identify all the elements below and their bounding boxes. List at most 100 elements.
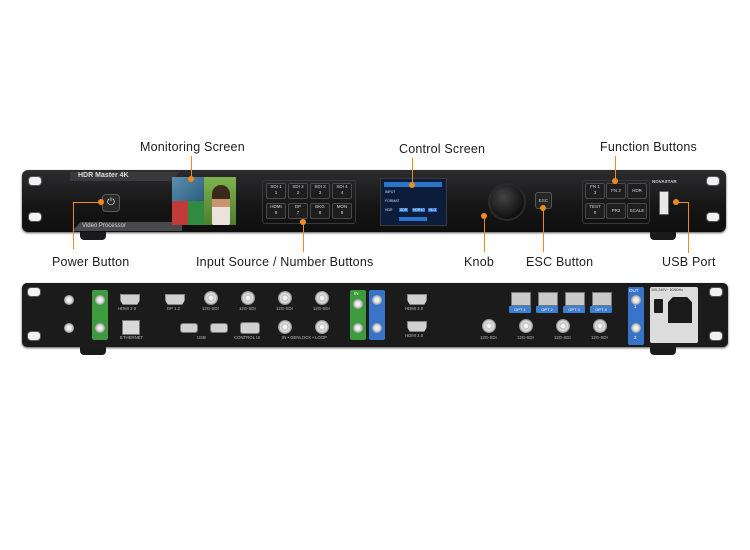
button-number: 0	[593, 210, 597, 215]
hdmi-output-port[interactable]	[407, 294, 427, 305]
function-button-test[interactable]: TEST 0	[585, 203, 605, 219]
input-button-sdi3[interactable]: SDI 33	[310, 183, 330, 199]
module-screw	[372, 295, 382, 305]
hdmi-input-port[interactable]	[120, 294, 140, 305]
rack-ear-hole	[28, 176, 42, 186]
module-screw	[95, 295, 105, 305]
callout-input-source-buttons: Input Source / Number Buttons	[196, 255, 374, 269]
ground-screw	[64, 323, 74, 333]
port-label: 12G-SDI	[591, 335, 608, 340]
opt-label: OPT 2	[536, 306, 558, 313]
callout-power-button: Power Button	[52, 255, 130, 269]
module-screw	[353, 323, 363, 333]
product-name: HDR Master 4K	[78, 172, 129, 179]
optical-port[interactable]	[592, 292, 612, 306]
power-button[interactable]: ⏻	[102, 194, 120, 212]
leader-power	[73, 202, 102, 249]
leader-dot	[98, 199, 104, 205]
rack-ear-hole	[28, 212, 42, 222]
power-icon: ⏻	[107, 197, 115, 208]
port-label: USB	[197, 335, 206, 340]
input-button-hdmi[interactable]: HDMI 5	[266, 203, 286, 219]
optical-port[interactable]	[565, 292, 585, 306]
sdi-input-port[interactable]	[204, 291, 218, 305]
rack-ear-hole	[706, 212, 720, 222]
usb-rear-port[interactable]	[210, 323, 228, 333]
lcd-footer-bar	[399, 217, 427, 221]
input-button-sdi4[interactable]: SDI 44	[332, 183, 352, 199]
leader-knob	[484, 216, 485, 252]
lcd-line: INPUT	[385, 190, 396, 194]
module-screw	[353, 299, 363, 309]
optical-port[interactable]	[538, 292, 558, 306]
function-button-fn1[interactable]: FN 13	[585, 183, 605, 199]
button-number: 3	[318, 190, 322, 195]
leader-dot	[612, 178, 618, 184]
button-number: 1	[274, 190, 278, 195]
input-button-sdi2[interactable]: SDI 22	[288, 183, 308, 199]
optical-port[interactable]	[511, 292, 531, 306]
rear-foot	[80, 347, 106, 355]
usb-port[interactable]	[659, 191, 669, 215]
sdi-input-port[interactable]	[278, 291, 292, 305]
port-label: 12G-SDI	[202, 306, 219, 311]
monitoring-screen	[172, 177, 236, 225]
sdi-output-port[interactable]	[556, 319, 570, 333]
port-label: 12G-SDI	[480, 335, 497, 340]
genlock-port[interactable]	[315, 320, 329, 334]
rear-panel: HDMI 2.0 DP 1.2 12G-SDI 12G-SDI 12G-SDI …	[22, 283, 728, 347]
port-label: HDMI 2.0	[405, 306, 424, 311]
usb-rear-port[interactable]	[180, 323, 198, 333]
genlock-port[interactable]	[278, 320, 292, 334]
leader-dot	[673, 199, 679, 205]
button-number: 3	[593, 190, 597, 195]
function-button-hdr[interactable]: HDR	[627, 183, 647, 199]
power-inlet[interactable]	[668, 297, 692, 323]
sdi-input-port[interactable]	[315, 291, 329, 305]
input-button-bkg[interactable]: BKG 8	[310, 203, 330, 219]
module-screw	[631, 295, 641, 305]
hdmi-output-port[interactable]	[407, 321, 427, 332]
leader-dot	[409, 182, 415, 188]
dp-input-port[interactable]	[165, 294, 185, 305]
sdi-input-port[interactable]	[241, 291, 255, 305]
out-label: OUT	[629, 288, 639, 293]
port-label: ETHERNET	[120, 335, 144, 340]
input-button-dp[interactable]: DP 7	[288, 203, 308, 219]
opt-label: OPT 3	[563, 306, 585, 313]
button-number: 7	[296, 210, 300, 215]
sdi-output-port[interactable]	[593, 319, 607, 333]
ground-screw	[64, 295, 74, 305]
port-label: HDMI 2.0	[405, 333, 424, 338]
input-button-sdi1[interactable]: SDI 11	[266, 183, 286, 199]
function-button-pr2[interactable]: PR2	[606, 203, 626, 219]
sdi-output-port[interactable]	[519, 319, 533, 333]
port-label: IN • GENLOCK • LOOP	[282, 335, 328, 340]
callout-function-buttons: Function Buttons	[600, 140, 698, 154]
power-rating: 100-240V~ 50/60Hz	[651, 288, 684, 292]
opt-label: OPT 1	[509, 306, 531, 313]
lcd-line: HDR	[385, 208, 393, 212]
monitor-quad-bl	[172, 201, 188, 225]
control-port[interactable]	[240, 322, 260, 334]
function-button-scale[interactable]: SCALE	[627, 203, 647, 219]
input-button-mon[interactable]: MON 9	[332, 203, 352, 219]
leader-input	[303, 222, 304, 252]
callout-monitoring-screen: Monitoring Screen	[140, 140, 245, 154]
lcd-chip: HLG	[428, 208, 438, 212]
callout-usb-port: USB Port	[662, 255, 716, 269]
port-label: 12G-SDI	[313, 306, 330, 311]
knob[interactable]	[488, 183, 526, 221]
function-button-fn2[interactable]: FN 2	[606, 183, 626, 199]
sdi-output-port[interactable]	[482, 319, 496, 333]
rack-ear-hole	[709, 287, 723, 297]
monitor-person	[212, 185, 230, 225]
rack-ear-hole	[27, 287, 41, 297]
leader-control	[412, 158, 413, 184]
power-switch[interactable]	[654, 299, 663, 313]
button-label: FN 2	[611, 188, 621, 193]
rack-ear-hole	[709, 331, 723, 341]
ethernet-port[interactable]	[122, 320, 140, 335]
button-label: HDR	[632, 188, 642, 193]
lcd-chip: SDR	[399, 208, 409, 212]
